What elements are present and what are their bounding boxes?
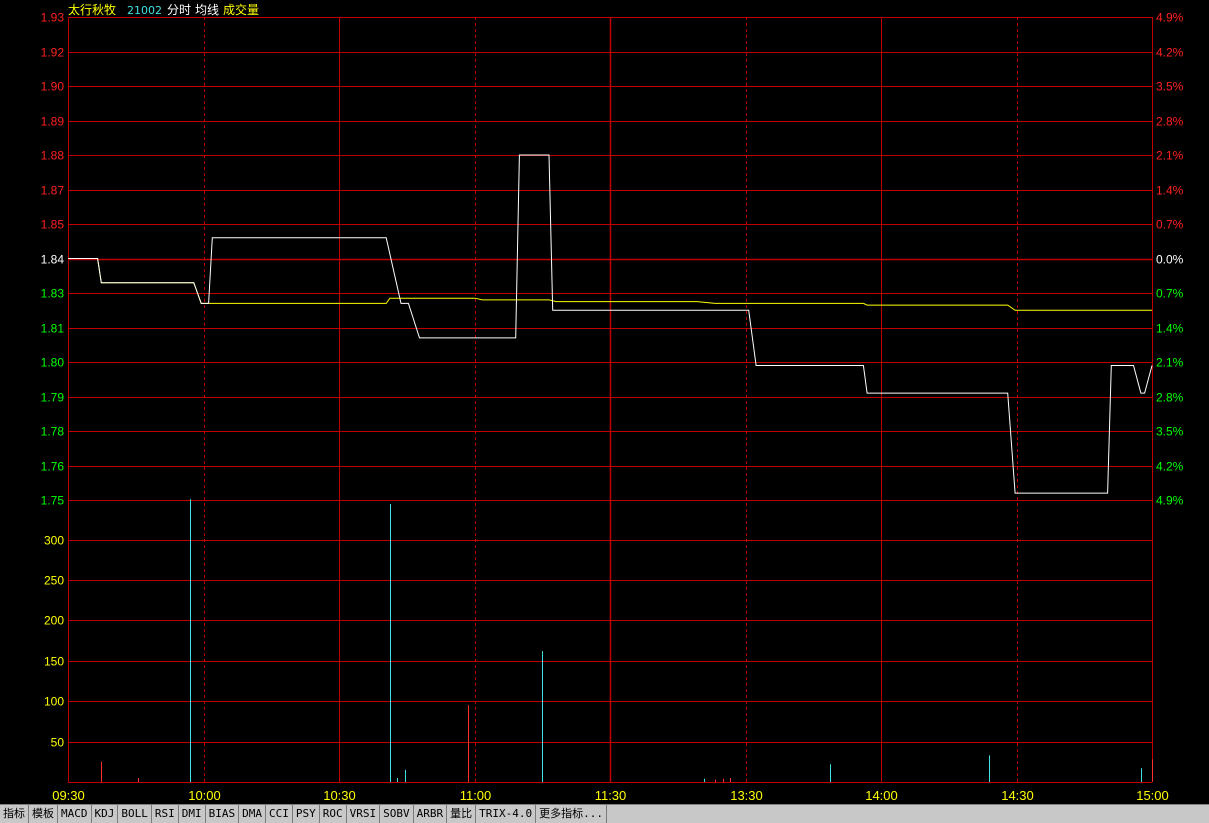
pct-tick-label: 2.8% — [1156, 115, 1184, 129]
time-tick-label: 10:30 — [323, 788, 356, 803]
indicator-tab[interactable]: MACD — [58, 805, 92, 823]
indicator-tab[interactable]: 模板 — [29, 805, 58, 823]
pct-tick-label: 1.4% — [1156, 184, 1184, 198]
indicator-tab[interactable]: DMI — [179, 805, 206, 823]
price-tick-label: 1.93 — [41, 11, 65, 25]
indicator-tab-bar: 指标 模板 MACD KDJ BOLL RSI DMI BIAS DMA CCI PSY ROC VRS… — [0, 804, 1209, 823]
indicator-tab[interactable]: ROC — [320, 805, 347, 823]
price-tick-label: 1.79 — [41, 391, 65, 405]
pct-tick-label: 0.7% — [1156, 287, 1184, 301]
axis-labels: 1.93 4.9% 1.92 4.2% 1.90 3.5% 1.89 2.8% 1.88 2.1%… — [41, 11, 1184, 804]
price-tick-label: 1.88 — [41, 149, 65, 163]
indicator-tab[interactable]: VRSI — [347, 805, 381, 823]
volume-tick-label: 100 — [44, 695, 64, 709]
indicator-tab[interactable]: 更多指标... — [536, 805, 607, 823]
volume-tick-label: 150 — [44, 655, 64, 669]
price-tick-label: 1.84 — [41, 253, 65, 267]
indicator-tab[interactable]: KDJ — [92, 805, 119, 823]
volume-label[interactable]: 成交量 — [223, 2, 259, 17]
pct-tick-label: 4.9% — [1156, 494, 1184, 508]
indicator-tab[interactable]: DMA — [239, 805, 266, 823]
indicator-tab[interactable]: TRIX-4.0 — [476, 805, 537, 823]
price-tick-label: 1.81 — [41, 322, 65, 336]
price-tick-label: 1.83 — [41, 287, 65, 301]
time-tick-label: 14:00 — [865, 788, 898, 803]
indicator-tab[interactable]: 指标 — [0, 805, 29, 823]
volume-tick-label: 250 — [44, 574, 64, 588]
indicator-tab[interactable]: ARBR — [414, 805, 448, 823]
time-tick-label: 11:00 — [460, 788, 492, 803]
indicator-tab[interactable]: CCI — [266, 805, 293, 823]
pct-tick-label: 4.2% — [1156, 46, 1184, 60]
indicator-tab[interactable]: RSI — [152, 805, 179, 823]
indicator-tab[interactable]: BOLL — [118, 805, 152, 823]
chart-header: 太行秋牧 21002 分时 均线 成交量 — [68, 2, 259, 17]
price-tick-label: 1.92 — [41, 46, 65, 60]
time-tick-label: 14:30 — [1001, 788, 1034, 803]
price-tick-label: 1.89 — [41, 115, 65, 129]
pct-tick-label: 3.5% — [1156, 425, 1184, 439]
price-tick-label: 1.75 — [41, 494, 65, 508]
mode-label[interactable]: 分时 — [167, 3, 191, 17]
volume-bars — [101, 499, 1153, 782]
time-tick-label: 10:00 — [188, 788, 221, 803]
time-tick-label: 13:30 — [730, 788, 763, 803]
indicator-tab[interactable]: PSY — [293, 805, 320, 823]
stock-name: 太行秋牧 — [68, 2, 116, 17]
pct-tick-label: 3.5% — [1156, 80, 1184, 94]
price-tick-label: 1.85 — [41, 218, 65, 232]
price-tick-label: 1.90 — [41, 80, 65, 94]
pct-tick-label: 2.8% — [1156, 391, 1184, 405]
pct-tick-label: 4.2% — [1156, 460, 1184, 474]
volume-tick-label: 50 — [51, 736, 65, 750]
pct-tick-label: 2.1% — [1156, 356, 1184, 370]
time-tick-label: 15:00 — [1136, 788, 1169, 803]
stock-code: 21002 — [127, 4, 162, 17]
volume-tick-label: 300 — [44, 534, 64, 548]
indicator-tab[interactable]: SOBV — [380, 805, 414, 823]
indicator-tab[interactable]: BIAS — [206, 805, 240, 823]
price-tick-label: 1.76 — [41, 460, 65, 474]
time-tick-label: 09:30 — [52, 788, 85, 803]
price-tick-label: 1.78 — [41, 425, 65, 439]
pct-tick-label: 1.4% — [1156, 322, 1184, 336]
chart-grid — [68, 17, 1153, 783]
intraday-chart[interactable]: 1.93 4.9% 1.92 4.2% 1.90 3.5% 1.89 2.8% 1.88 2.1%… — [0, 0, 1209, 822]
price-tick-label: 1.80 — [41, 356, 65, 370]
pct-tick-label: 4.9% — [1156, 11, 1184, 25]
indicator-tab[interactable]: 量比 — [447, 805, 477, 823]
volume-tick-label: 200 — [44, 614, 64, 628]
pct-tick-label: 0.0% — [1156, 253, 1184, 267]
time-tick-label: 11:30 — [595, 788, 627, 803]
pct-tick-label: 0.7% — [1156, 218, 1184, 232]
avg-label[interactable]: 均线 — [195, 3, 219, 17]
pct-tick-label: 2.1% — [1156, 149, 1184, 163]
price-tick-label: 1.87 — [41, 184, 65, 198]
